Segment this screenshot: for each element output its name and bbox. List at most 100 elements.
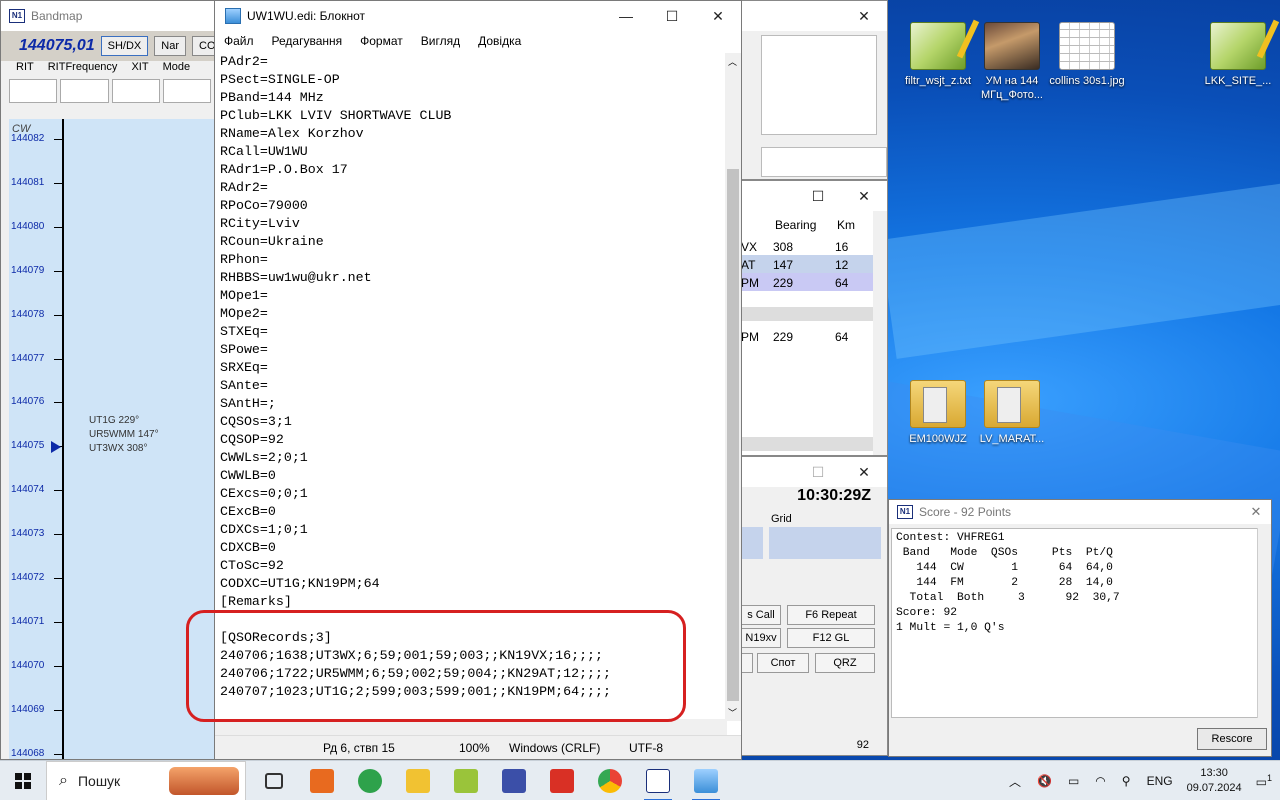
entry-top-panel: [761, 35, 877, 135]
grid-field[interactable]: [769, 527, 881, 559]
frequency-tick-label: 144070: [11, 659, 45, 671]
qrz-button[interactable]: QRZ: [815, 653, 875, 673]
taskbar-app-clock[interactable]: [346, 761, 394, 800]
table-row[interactable]: PM 229 64: [741, 327, 873, 345]
entry-top-titlebar[interactable]: ✕: [741, 1, 887, 31]
km-cell: 64: [835, 276, 849, 290]
desktop-icon-em100wjz[interactable]: EM100WJZ: [898, 380, 978, 446]
taskbar-app-n1mm[interactable]: [634, 761, 682, 800]
km-header: Km: [837, 218, 855, 232]
notepad-titlebar[interactable]: UW1WU.edi: Блокнот — ☐ ✕: [215, 1, 741, 31]
taskbar-search[interactable]: ⌕ Пошук: [46, 760, 246, 800]
windows-logo-icon: [15, 772, 31, 789]
xit-field[interactable]: [111, 79, 160, 103]
xit-label: XIT: [131, 61, 149, 73]
usb-icon[interactable]: ⚲: [1122, 774, 1131, 788]
minimize-icon[interactable]: —: [603, 1, 649, 31]
battery-icon[interactable]: ▭: [1068, 774, 1079, 788]
n19xv-button[interactable]: N19xv: [741, 628, 781, 648]
desktop-icon-um144[interactable]: УМ на 144 МГц_Фото...: [972, 22, 1052, 102]
text-line: RAdr2=: [220, 180, 268, 195]
maximize-icon[interactable]: ☐: [649, 1, 695, 31]
text-line: RCall=UW1WU: [220, 144, 308, 159]
text-line: CToSc=92: [220, 558, 284, 573]
desktop-icon-lv-marat[interactable]: LV_MARAT...: [972, 380, 1052, 446]
notification-count: 1: [1266, 773, 1272, 783]
menu-format[interactable]: Формат: [351, 34, 412, 48]
notepadpp-icon: [454, 768, 478, 793]
bearing-cell: 229: [773, 330, 794, 344]
nar-button[interactable]: Nar: [154, 36, 186, 56]
shdx-button[interactable]: SH/DX: [100, 36, 149, 56]
taskbar-app-office[interactable]: [298, 761, 346, 800]
task-view-button[interactable]: [250, 761, 298, 800]
horizontal-scrollbar[interactable]: [741, 307, 873, 321]
close-icon[interactable]: ✕: [1241, 504, 1271, 520]
entry-titlebar[interactable]: ☐ ✕: [741, 457, 887, 487]
close-icon[interactable]: ✕: [695, 1, 741, 31]
menu-file[interactable]: Файл: [215, 34, 263, 48]
taskbar-clock[interactable]: 13:30 09.07.2024: [1187, 766, 1242, 796]
vertical-scrollbar[interactable]: ︿ ﹀: [725, 53, 741, 721]
taskbar-app-notepad[interactable]: [682, 761, 730, 800]
table-row[interactable]: PM 229 64: [741, 273, 873, 291]
mode-field[interactable]: [162, 79, 211, 103]
close-icon[interactable]: ✕: [841, 1, 887, 31]
clock-date: 09.07.2024: [1186, 782, 1242, 794]
horizontal-scrollbar[interactable]: [741, 437, 873, 451]
menu-view[interactable]: Вигляд: [412, 34, 469, 48]
bandmap-fields: [1, 75, 219, 107]
score-scrollbar[interactable]: [1257, 528, 1269, 718]
search-icon: ⌕: [59, 771, 68, 789]
desktop-icon-filtr[interactable]: filtr_wsjt_z.txt: [898, 22, 978, 88]
notepad-title: UW1WU.edi: Блокнот: [247, 9, 366, 23]
rit-frequency-label: RITFrequency: [47, 61, 118, 73]
scrollbar-thumb[interactable]: [727, 169, 739, 701]
volume-muted-icon[interactable]: 🔇: [1037, 774, 1052, 788]
spot-ut3wx[interactable]: UT3WX 308°: [89, 443, 147, 455]
rit-field[interactable]: [9, 79, 58, 103]
menu-edit[interactable]: Редагування: [263, 34, 352, 48]
spot-ur5wmm[interactable]: UR5WMM 147°: [89, 429, 159, 441]
score-line: 1 Mult = 1,0 Q's: [896, 622, 1005, 634]
desktop-icon-collins[interactable]: collins 30s1.jpg: [1047, 22, 1127, 88]
spot-button[interactable]: Спот: [757, 653, 809, 673]
taskbar-app-save[interactable]: [490, 761, 538, 800]
maximize-icon[interactable]: ☐: [795, 181, 841, 211]
table-row[interactable]: AT 147 12: [741, 255, 873, 273]
rescore-button[interactable]: Rescore: [1197, 728, 1267, 750]
wifi-icon[interactable]: ◠: [1095, 774, 1105, 788]
table-row[interactable]: VX 308 16: [741, 237, 873, 255]
bandmap-titlebar[interactable]: N1 Bandmap: [1, 1, 219, 31]
start-button[interactable]: [0, 761, 46, 800]
close-icon[interactable]: ✕: [841, 181, 887, 211]
scroll-down-icon[interactable]: ﹀: [728, 706, 737, 719]
scroll-up-icon[interactable]: ︿: [728, 55, 737, 68]
rit-frequency-field[interactable]: [60, 79, 109, 103]
notification-icon[interactable]: ▭1: [1256, 773, 1272, 789]
taskbar-app-pdf[interactable]: [538, 761, 586, 800]
score-report: Contest: VHFREG1 Band Mode QSOs Pts Pt/Q…: [891, 528, 1261, 718]
score-titlebar[interactable]: N1 Score - 92 Points ✕: [889, 500, 1271, 524]
maximize-icon[interactable]: ☐: [795, 457, 841, 487]
call-button[interactable]: s Call: [741, 605, 781, 625]
chrome-icon: [598, 768, 622, 793]
partial-button[interactable]: [741, 653, 753, 673]
spot-ut1g[interactable]: UT1G 229°: [89, 415, 139, 427]
log-titlebar[interactable]: ☐ ✕: [741, 181, 887, 211]
desktop-icon-lkk-site[interactable]: LKK_SITE_...: [1198, 22, 1278, 88]
desktop-icon-label: EM100WJZ: [909, 433, 967, 445]
taskbar-app-chrome[interactable]: [586, 761, 634, 800]
folder-icon: [910, 380, 966, 428]
close-icon[interactable]: ✕: [841, 457, 887, 487]
taskbar-app-notepadpp[interactable]: [442, 761, 490, 800]
taskbar-app-explorer[interactable]: [394, 761, 442, 800]
entry-top-field[interactable]: [761, 147, 887, 177]
text-line: CDXCB=0: [220, 540, 276, 555]
chevron-up-icon[interactable]: ︿: [1009, 773, 1021, 790]
entry-field[interactable]: [741, 527, 763, 559]
language-indicator[interactable]: ENG: [1147, 774, 1173, 788]
f6-repeat-button[interactable]: F6 Repeat: [787, 605, 875, 625]
f12-gl-button[interactable]: F12 GL: [787, 628, 875, 648]
menu-help[interactable]: Довідка: [469, 34, 530, 48]
